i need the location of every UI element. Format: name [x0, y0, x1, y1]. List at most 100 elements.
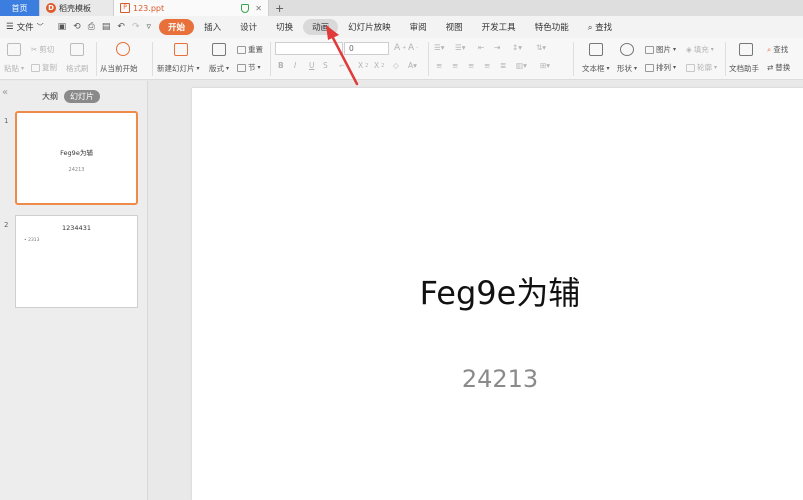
- outline-icon: [686, 63, 695, 72]
- export-icon[interactable]: ⟲: [73, 22, 81, 32]
- align-justify-icon[interactable]: ≡: [484, 61, 490, 70]
- hamburger-icon: ☰: [6, 22, 14, 32]
- fill-button[interactable]: ◈ 填充 ▾: [686, 44, 714, 55]
- quick-access-toolbar: ▣ ⟲ ⎙ ▤ ↶ ↷ ▿: [50, 22, 159, 32]
- menu-review[interactable]: 审阅: [401, 19, 436, 35]
- align-text-icon[interactable]: ⊞▾: [540, 61, 550, 70]
- play-circle-icon[interactable]: [116, 42, 130, 56]
- shape-button[interactable]: 形状 ▾: [617, 63, 637, 74]
- font-color-button[interactable]: A▾: [408, 61, 417, 70]
- menu-search-label: 查找: [595, 23, 613, 33]
- distribute-icon[interactable]: ≣: [500, 61, 506, 70]
- doc-assistant-button[interactable]: 文档助手: [729, 63, 759, 74]
- collapse-panel-icon[interactable]: «: [2, 87, 8, 98]
- chevron-down-icon: ﹀: [36, 23, 44, 31]
- cut-button[interactable]: ✂ 剪切: [31, 44, 54, 55]
- layout-button[interactable]: 版式 ▾: [209, 63, 229, 74]
- menu-home[interactable]: 开始: [159, 19, 195, 35]
- slide-subtitle[interactable]: 24213: [192, 365, 803, 393]
- undo-icon[interactable]: ↶: [117, 22, 125, 32]
- file-menu-label: 文件: [16, 23, 34, 33]
- indent-increase-icon[interactable]: ⇥: [494, 43, 500, 52]
- redo-icon[interactable]: ↷: [132, 22, 140, 32]
- replace-button[interactable]: ⇄ 替换: [767, 62, 790, 73]
- font-size-decrease[interactable]: A-: [408, 43, 418, 53]
- print-icon[interactable]: ⎙: [88, 22, 95, 32]
- save-icon[interactable]: ▣: [58, 22, 67, 32]
- menu-animation[interactable]: 动画: [303, 19, 339, 35]
- replace-icon: ⇄: [767, 63, 774, 72]
- slide-number: 2: [4, 221, 9, 229]
- section-icon: [237, 63, 246, 72]
- menu-special[interactable]: 特色功能: [526, 19, 578, 35]
- columns-icon[interactable]: ▥▾: [516, 61, 527, 70]
- tab-outline[interactable]: 大纲: [36, 90, 64, 103]
- preview-icon[interactable]: ▤: [102, 22, 111, 32]
- superscript-button[interactable]: X2: [358, 61, 368, 70]
- picture-button[interactable]: 图片 ▾: [645, 44, 676, 55]
- arrange-button[interactable]: 排列 ▾: [645, 62, 676, 73]
- section-button[interactable]: 节 ▾: [237, 62, 261, 73]
- slide[interactable]: Feg9e为辅 24213: [192, 88, 803, 500]
- subscript-button[interactable]: X2: [374, 61, 384, 70]
- tab-template[interactable]: D 稻壳模板: [40, 0, 114, 16]
- start-from-current-button[interactable]: 从当前开始: [100, 63, 138, 74]
- customize-icon[interactable]: ▿: [147, 22, 152, 32]
- menu-insert[interactable]: 插入: [195, 19, 230, 35]
- find-button[interactable]: ⌕ 查找: [767, 44, 788, 55]
- menu-slideshow[interactable]: 幻灯片放映: [339, 19, 400, 35]
- indent-decrease-icon[interactable]: ⇤: [478, 43, 484, 52]
- font-family-select[interactable]: [275, 42, 343, 55]
- slide-thumbnail-2[interactable]: 1234431 • 2313: [15, 215, 138, 308]
- align-left-icon[interactable]: ≡: [436, 61, 442, 70]
- reset-icon: [237, 45, 246, 54]
- menu-view[interactable]: 视图: [437, 19, 472, 35]
- slide-title[interactable]: Feg9e为辅: [192, 268, 803, 314]
- menu-search[interactable]: ⌕ 查找: [579, 19, 621, 35]
- align-right-icon[interactable]: ≡: [468, 61, 474, 70]
- bullet-list-icon[interactable]: ☰▾: [434, 43, 445, 52]
- strikethrough-button[interactable]: S: [323, 61, 328, 70]
- tab-file[interactable]: P 123.ppt ✕: [114, 0, 269, 16]
- shapes-icon[interactable]: [620, 43, 634, 56]
- doc-assistant-icon[interactable]: [739, 43, 753, 56]
- file-menu[interactable]: ☰ 文件 ﹀: [4, 21, 50, 33]
- menu-design[interactable]: 设计: [231, 19, 266, 35]
- menu-developer[interactable]: 开发工具: [473, 19, 525, 35]
- textbox-icon[interactable]: [589, 43, 603, 56]
- paste-icon[interactable]: [7, 43, 21, 56]
- bold-button[interactable]: B: [278, 61, 284, 70]
- align-center-icon[interactable]: ≡: [452, 61, 458, 70]
- textbox-button[interactable]: 文本框 ▾: [582, 63, 610, 74]
- copy-icon: [31, 63, 40, 72]
- close-icon[interactable]: ✕: [255, 4, 262, 13]
- paste-button[interactable]: 粘贴 ▾: [4, 63, 24, 74]
- new-slide-icon[interactable]: [174, 43, 188, 56]
- tab-home[interactable]: 首页: [0, 0, 40, 16]
- format-painter-button[interactable]: 格式刷: [66, 63, 89, 74]
- underline-button[interactable]: U: [309, 61, 315, 70]
- slide-thumbnail-1[interactable]: Feg9e为辅 24213: [15, 111, 138, 205]
- font-size-select[interactable]: 0: [344, 42, 389, 55]
- menu-bar: ☰ 文件 ﹀ ▣ ⟲ ⎙ ▤ ↶ ↷ ▿ 开始 插入 设计 切换 动画 幻灯片放…: [0, 16, 803, 38]
- font-size-increase[interactable]: A +: [394, 43, 406, 53]
- reset-button[interactable]: 重置: [237, 44, 263, 55]
- menu-transition[interactable]: 切换: [267, 19, 302, 35]
- eraser-icon[interactable]: ◇: [393, 61, 399, 70]
- search-icon: ⌕: [767, 44, 772, 54]
- copy-button[interactable]: 复制: [31, 62, 57, 73]
- format-painter-icon[interactable]: [70, 43, 84, 56]
- numbered-list-icon[interactable]: ☰▾: [455, 43, 466, 52]
- outline-button[interactable]: 轮廓 ▾: [686, 62, 717, 73]
- new-slide-button[interactable]: 新建幻灯片 ▾: [157, 63, 200, 74]
- layout-icon[interactable]: [212, 43, 226, 56]
- text-direction-icon[interactable]: ⇅▾: [536, 43, 546, 52]
- plus-icon: +: [275, 1, 285, 15]
- tab-slides[interactable]: 幻灯片: [64, 90, 100, 103]
- italic-button[interactable]: I: [294, 61, 296, 70]
- thumb-bullet: • 2313: [24, 238, 40, 243]
- shadow-button[interactable]: ⌐: [339, 61, 345, 70]
- search-icon: ⌕: [587, 23, 593, 33]
- line-spacing-icon[interactable]: ↕▾: [512, 43, 522, 52]
- new-tab-button[interactable]: +: [269, 0, 290, 16]
